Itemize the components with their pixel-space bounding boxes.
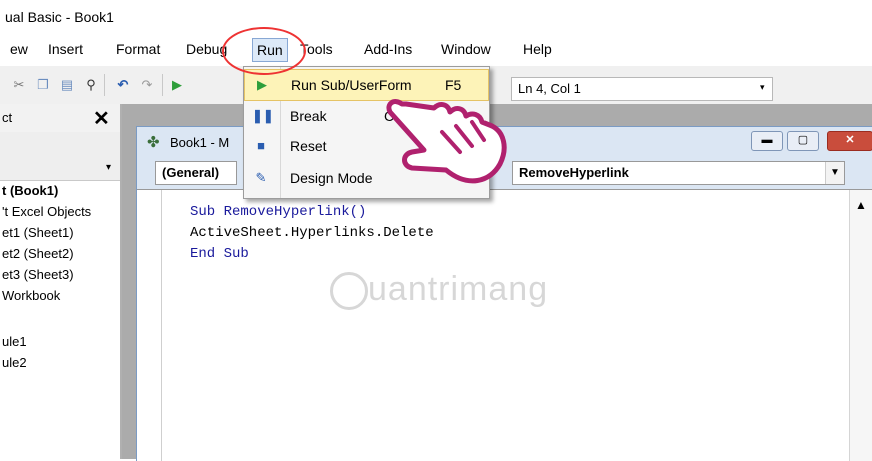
maximize-button[interactable]: ▢ [787,131,819,151]
object-combo[interactable]: (General) [155,161,237,185]
code-line-1: Sub RemoveHyperlink() [190,204,367,220]
excel-vba-icon: ✤ [147,134,160,151]
close-icon[interactable]: ✕ [93,106,110,131]
menu-window[interactable]: Window [441,41,491,57]
redo-icon[interactable]: ↷ [138,77,156,93]
watermark: uantrimang [330,270,548,311]
vertical-scrollbar[interactable]: ▲ [849,190,872,461]
find-icon[interactable]: ⚲ [82,77,100,93]
copy-icon[interactable]: ❐ [34,77,52,93]
tree-item-workbook[interactable]: Workbook [2,288,60,303]
cursor-position-box: Ln 4, Col 1 ▾ [511,77,773,101]
tree-item-project[interactable]: t (Book1) [2,183,58,198]
procedure-combo[interactable]: RemoveHyperlink ▼ [512,161,845,185]
tree-item-sheet1[interactable]: et1 (Sheet1) [2,225,74,240]
project-explorer-title: ct [2,110,13,125]
tree-item-sheet3[interactable]: et3 (Sheet3) [2,267,74,282]
menu-add-ins[interactable]: Add-Ins [364,41,412,57]
menu-item-label: Break [290,108,327,124]
code-line-3: End Sub [190,246,249,262]
toolbar-options-icon[interactable]: ▾ [760,82,765,93]
code-window-title: Book1 - M [170,135,230,150]
play-icon: ▶ [257,77,267,92]
undo-icon[interactable]: ↶ [114,77,132,93]
window-title-bar: ual Basic - Book1 [0,0,872,34]
minimize-button[interactable]: ▬ [751,131,783,151]
menu-item-label: Reset [290,138,327,154]
menu-view[interactable]: ew [10,41,28,57]
toolbar-separator [104,74,105,96]
pause-icon: ❚❚ [252,108,274,123]
annotation-circle [222,27,306,75]
tree-item-sheet2[interactable]: et2 (Sheet2) [2,246,74,261]
menu-format[interactable]: Format [116,41,160,57]
menu-item-shortcut: F5 [445,77,462,93]
code-margin [137,190,162,461]
object-combo-value: (General) [162,165,220,180]
tree-item-module1[interactable]: ule1 [2,334,27,349]
project-explorer-header: ct ✕ [0,104,120,133]
stop-icon: ■ [257,138,265,153]
menu-item-label: Run Sub/UserForm [291,77,412,93]
cursor-position: Ln 4, Col 1 [518,81,581,96]
menu-bar: ew Insert Format Debug Run Tools Add-Ins… [0,34,872,67]
close-window-button[interactable]: ✕ [827,131,872,151]
pointing-hand-icon [386,99,507,184]
run-icon[interactable]: ▶ [168,77,186,93]
menu-help[interactable]: Help [523,41,552,57]
window-title: ual Basic - Book1 [5,9,114,25]
watermark-logo-icon [330,272,368,311]
procedure-combo-value: RemoveHyperlink [519,165,629,180]
menu-item-label: Design Mode [290,170,373,186]
chevron-down-icon[interactable]: ▼ [825,162,844,184]
scroll-up-icon[interactable]: ▲ [850,198,872,212]
menu-insert[interactable]: Insert [48,41,83,57]
paste-icon[interactable]: ▤ [58,77,76,93]
cut-icon[interactable]: ✂ [10,77,28,93]
code-line-2: ActiveSheet.Hyperlinks.Delete [190,225,434,241]
tree-item-excel-objects[interactable]: 't Excel Objects [2,204,91,219]
scroll-down-icon[interactable]: ▾ [106,162,111,173]
code-editor[interactable]: Sub RemoveHyperlink() ActiveSheet.Hyperl… [137,189,872,461]
tree-item-module2[interactable]: ule2 [2,355,27,370]
project-explorer: ct ✕ ▾ t (Book1) 't Excel Objects et1 (S… [0,104,122,459]
project-explorer-toolbar: ▾ [0,132,120,181]
design-mode-icon: ✎ [255,170,267,185]
toolbar-separator [162,74,163,96]
